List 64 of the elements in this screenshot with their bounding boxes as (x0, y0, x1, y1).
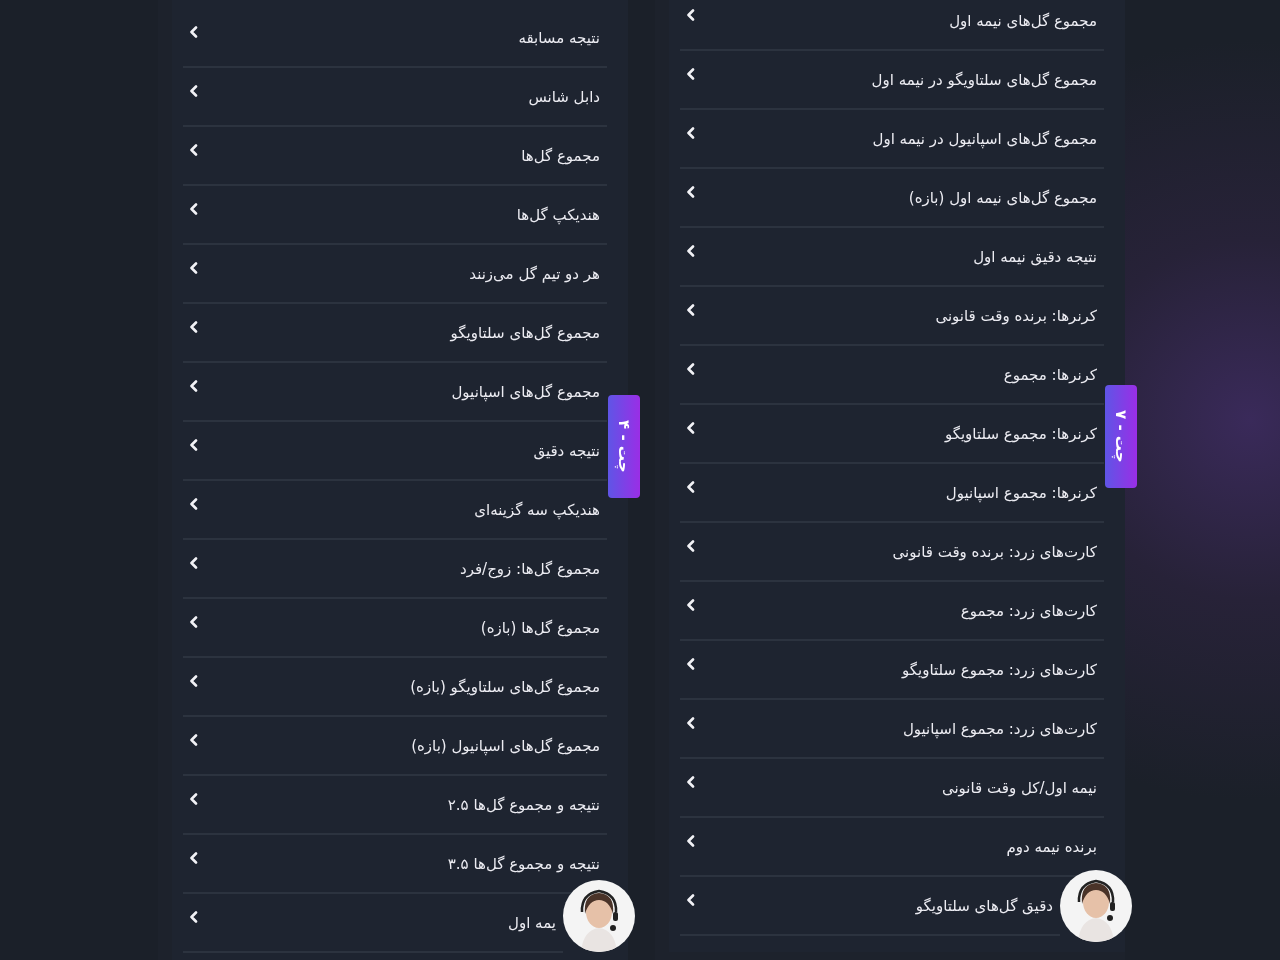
chevron-left-icon (686, 776, 696, 788)
market-item[interactable]: هندیکپ گل‌ها (183, 186, 607, 245)
chevron-left-icon (189, 734, 199, 746)
chevron-left-icon (189, 852, 199, 864)
market-item[interactable]: کرنرها: مجموع اسپانیول (680, 464, 1104, 523)
market-item[interactable]: مجموع گل‌های سلتاویگو (بازه) (183, 658, 607, 717)
market-item[interactable]: کارت‌های زرد: مجموع سلتاویگو (680, 641, 1104, 700)
market-item[interactable]: مجموع گل‌های سلتاویگو در نیمه اول (680, 51, 1104, 110)
market-item[interactable]: کارت‌های زرد: مجموع (680, 582, 1104, 641)
chevron-left-icon (686, 186, 696, 198)
market-item[interactable]: هندیکپ سه گزینه‌ای (183, 481, 607, 540)
chevron-left-icon (189, 380, 199, 392)
chevron-left-icon (189, 26, 199, 38)
chevron-left-icon (686, 245, 696, 257)
chevron-left-icon (189, 793, 199, 805)
market-item[interactable]: نتیجه دقیق (183, 422, 607, 481)
chat-tab[interactable]: چت - ۷ (1105, 385, 1137, 488)
chevron-left-icon (189, 439, 199, 451)
chevron-left-icon (686, 68, 696, 80)
chevron-left-icon (189, 498, 199, 510)
chevron-left-icon (189, 557, 199, 569)
market-item[interactable]: مجموع گل‌ها: زوج/فرد (183, 540, 607, 599)
chevron-left-icon (686, 304, 696, 316)
market-item[interactable]: مجموع گل‌های اسپانیول (183, 363, 607, 422)
chevron-left-icon (189, 144, 199, 156)
chevron-left-icon (686, 9, 696, 21)
market-item[interactable]: کرنرها: مجموع سلتاویگو (680, 405, 1104, 464)
market-item[interactable]: یمه اول (183, 894, 563, 953)
market-item[interactable]: مجموع گل‌های اسپانیول در نیمه اول (680, 110, 1104, 169)
chevron-left-icon (189, 616, 199, 628)
chevron-left-icon (686, 540, 696, 552)
market-item[interactable]: مجموع گل‌ها (183, 127, 607, 186)
market-item[interactable]: نتیجه و مجموع گل‌ها ۲.۵ (183, 776, 607, 835)
market-item[interactable]: مجموع گل‌های سلتاویگو (183, 304, 607, 363)
market-item[interactable]: کارت‌های زرد: مجموع اسپانیول (680, 700, 1104, 759)
chevron-left-icon (686, 894, 696, 906)
chevron-left-icon (686, 658, 696, 670)
market-item[interactable]: نتیجه مسابقه (183, 9, 607, 68)
chevron-left-icon (189, 203, 199, 215)
market-item[interactable]: کارت‌های زرد: برنده وقت قانونی (680, 523, 1104, 582)
market-item[interactable]: مجموع گل‌های نیمه اول (بازه) (680, 169, 1104, 228)
market-item[interactable]: نیمه اول/کل وقت قانونی (680, 759, 1104, 818)
chevron-left-icon (189, 675, 199, 687)
market-item[interactable]: کرنرها: برنده وقت قانونی (680, 287, 1104, 346)
market-item[interactable]: هر دو تیم گل می‌زنند (183, 245, 607, 304)
chevron-left-icon (189, 321, 199, 333)
chevron-left-icon (686, 717, 696, 729)
market-item[interactable]: کرنرها: مجموع (680, 346, 1104, 405)
market-item[interactable]: نتیجه دقیق نیمه اول (680, 228, 1104, 287)
chat-tab[interactable]: چت - ۴ (608, 395, 640, 498)
chevron-left-icon (686, 481, 696, 493)
chevron-left-icon (189, 85, 199, 97)
chevron-left-icon (686, 835, 696, 847)
chevron-left-icon (686, 599, 696, 611)
chevron-left-icon (686, 363, 696, 375)
market-item[interactable]: مجموع گل‌های نیمه اول (680, 0, 1104, 51)
market-item[interactable]: مجموع گل‌های اسپانیول (بازه) (183, 717, 607, 776)
chevron-left-icon (189, 262, 199, 274)
market-item[interactable]: دقیق گل‌های سلتاویگو (680, 877, 1060, 936)
chevron-left-icon (686, 127, 696, 139)
market-item[interactable]: مجموع گل‌ها (بازه) (183, 599, 607, 658)
market-item[interactable]: دابل شانس (183, 68, 607, 127)
chevron-left-icon (189, 911, 199, 923)
chevron-left-icon (686, 422, 696, 434)
